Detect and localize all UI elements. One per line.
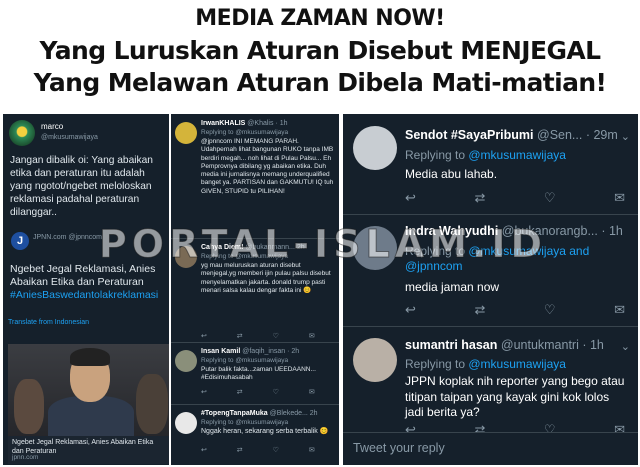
avatar[interactable] bbox=[175, 122, 197, 144]
avatar[interactable] bbox=[353, 126, 397, 170]
tweet-text: yg mau meluruskan aturan disebut menjega… bbox=[201, 262, 331, 294]
reply-icon[interactable]: ↩ bbox=[405, 190, 416, 206]
tweet-actions: ↩ ⇄ ♡ ✉ bbox=[405, 302, 625, 318]
tweet-text: media jaman now bbox=[405, 280, 500, 294]
tweet-text: Putar balik fakta...zaman UEEDAANN... #E… bbox=[201, 366, 316, 382]
dm-icon[interactable]: ✉ bbox=[614, 190, 625, 206]
quote-text: Ngebet Jegal Reklamasi, Anies Abaikan Et… bbox=[10, 263, 156, 288]
photo-suit bbox=[48, 396, 134, 436]
chevron-down-icon[interactable]: ⌄ bbox=[621, 130, 630, 143]
tweet-text: @jpnncom INI MEMANG PARAH. Udahpernah li… bbox=[201, 138, 334, 195]
watermark: PORTAL-ISLAM.ID bbox=[98, 222, 548, 267]
headline-line-2: Yang Luruskan Aturan Disebut MENJEGAL bbox=[39, 36, 602, 65]
reply-handle[interactable]: @mkusumawijaya bbox=[468, 148, 566, 162]
reply-to: @mkusumawijaya bbox=[41, 134, 98, 141]
divider bbox=[343, 214, 638, 215]
divider bbox=[343, 326, 638, 327]
photo-url[interactable]: jpnn.com bbox=[12, 454, 38, 461]
reply-to[interactable]: Replying to @mkusumawijaya bbox=[201, 357, 288, 364]
avatar[interactable] bbox=[353, 338, 397, 382]
like-icon[interactable]: ♡ bbox=[544, 302, 556, 318]
tweet-actions[interactable]: ↩ ⇄ ♡ ✉ bbox=[201, 388, 329, 396]
news-photo[interactable]: Ngebet Jegal Reklamasi, Anies Abaikan Et… bbox=[8, 344, 169, 464]
tweet-actions[interactable]: ↩ ⇄ ♡ ✉ bbox=[201, 446, 329, 454]
reply-to[interactable]: Replying to @mkusumawijaya bbox=[201, 129, 288, 136]
tweet-actions: ↩ ⇄ ♡ ✉ bbox=[405, 190, 625, 206]
headline-line-1: MEDIA ZAMAN NOW! bbox=[195, 6, 445, 31]
reply-panel-right: Sendot #SayaPribumi @Sen... · 29m ⌄ Repl… bbox=[343, 114, 638, 465]
reply-handle[interactable]: @mkusumawijaya bbox=[41, 134, 98, 141]
reply-composer[interactable]: Tweet your reply bbox=[343, 432, 638, 465]
tweet-author[interactable]: Sendot #SayaPribumi @Sen... · 29m bbox=[405, 128, 618, 142]
translate-link[interactable]: Translate from Indonesian bbox=[8, 319, 89, 326]
tweet-text: Nggak heran, sekarang serba terbalik 😊 bbox=[201, 428, 329, 435]
reply-to: Replying to @mkusumawijaya bbox=[405, 148, 566, 162]
headline-line-3: Yang Melawan Aturan Dibela Mati-matian! bbox=[33, 68, 607, 97]
tweet-author[interactable]: IrwanKHALIS @Khalis · 1h bbox=[201, 120, 287, 127]
tweet-author[interactable]: #TopengTanpaMuka @Blekede... 2h bbox=[201, 410, 318, 417]
tweet-text: JPPN koplak nih reporter yang bego atau … bbox=[405, 374, 625, 419]
tweet-text: Media abu lahab. bbox=[405, 167, 498, 181]
tweet-actions[interactable]: ↩ ⇄ ♡ ✉ bbox=[201, 332, 329, 340]
username[interactable]: marco bbox=[41, 122, 63, 131]
hashtag-link[interactable]: #AniesBaswedantolakreklamasi bbox=[10, 289, 158, 301]
chevron-down-icon[interactable]: ⌄ bbox=[621, 340, 630, 353]
mask-avatar[interactable] bbox=[175, 412, 197, 434]
like-icon[interactable]: ♡ bbox=[544, 190, 556, 206]
tweet-text: Jangan dibalik oi: Yang abaikan etika da… bbox=[10, 155, 153, 218]
divider bbox=[171, 342, 339, 343]
reply-to[interactable]: Replying to @mkusumawijaya bbox=[201, 419, 288, 426]
retweet-icon[interactable]: ⇄ bbox=[474, 302, 485, 318]
tweet-author[interactable]: Insan Kamil @faqih_insan · 2h bbox=[201, 348, 299, 355]
reply-to: Replying to @mkusumawijaya bbox=[405, 357, 566, 371]
photo-person-right bbox=[136, 374, 168, 434]
avatar[interactable] bbox=[175, 350, 197, 372]
tweet-panel-marco: marco @mkusumawijaya Jangan dibalik oi: … bbox=[3, 114, 169, 465]
reply-handle[interactable]: @mkusumawijaya bbox=[468, 357, 566, 371]
retweet-icon[interactable]: ⇄ bbox=[474, 190, 485, 206]
reply-icon[interactable]: ↩ bbox=[405, 302, 416, 318]
dm-icon[interactable]: ✉ bbox=[614, 302, 625, 318]
headline: MEDIA ZAMAN NOW! Yang Luruskan Aturan Di… bbox=[0, 0, 640, 112]
photo-hair bbox=[70, 348, 110, 366]
divider bbox=[171, 404, 339, 405]
tweet-author[interactable]: sumantri hasan @untukmantri · 1h bbox=[405, 338, 604, 352]
photo-person-left bbox=[14, 379, 44, 434]
reply-input[interactable]: Tweet your reply bbox=[353, 441, 445, 455]
avatar[interactable] bbox=[9, 120, 35, 146]
reply-panel-middle: IrwanKHALIS @Khalis · 1h Replying to @mk… bbox=[171, 114, 339, 465]
